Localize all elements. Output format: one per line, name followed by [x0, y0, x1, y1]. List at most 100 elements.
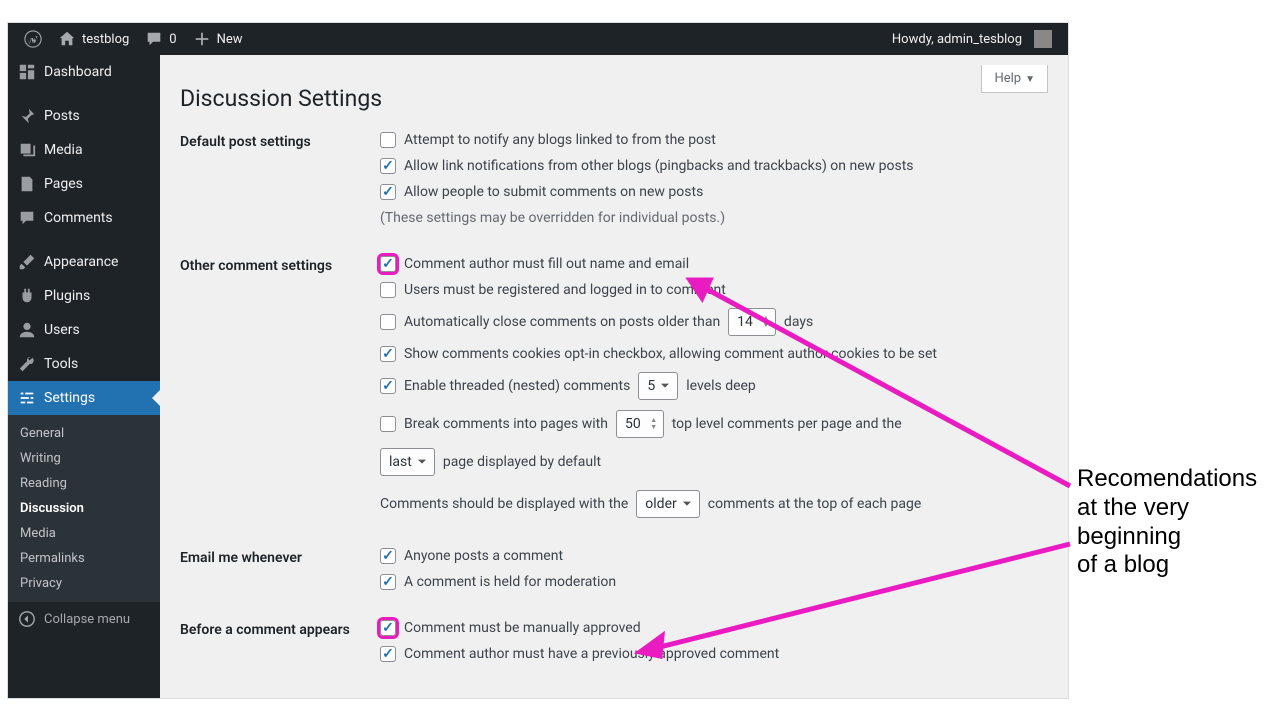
- checkbox[interactable]: [380, 548, 396, 564]
- checkbox[interactable]: [380, 132, 396, 148]
- page-title: Discussion Settings: [180, 85, 1048, 112]
- help-button[interactable]: Help ▼: [981, 65, 1048, 93]
- media-icon: [18, 141, 36, 159]
- section-heading: Default post settings: [180, 132, 380, 150]
- sidebar-item-settings[interactable]: Settings: [8, 381, 160, 415]
- annotation-text: Recomendations at the very beginning of …: [1077, 465, 1257, 580]
- pin-icon: [18, 107, 36, 125]
- sidebar-item-appearance[interactable]: Appearance: [8, 245, 160, 279]
- wp-logo[interactable]: [16, 30, 50, 48]
- sidebar-item-tools[interactable]: Tools: [8, 347, 160, 381]
- checkbox[interactable]: [380, 378, 396, 394]
- page-icon: [18, 175, 36, 193]
- opt-label: Attempt to notify any blogs linked to fr…: [404, 132, 716, 148]
- help-label: Help: [994, 71, 1021, 86]
- checkbox[interactable]: [380, 574, 396, 590]
- sub-permalinks[interactable]: Permalinks: [8, 546, 160, 571]
- collapse-label: Collapse menu: [44, 612, 130, 627]
- sidebar-item-dashboard[interactable]: Dashboard: [8, 55, 160, 89]
- opt-label: Enable threaded (nested) comments: [404, 378, 630, 394]
- sidebar-item-label: Media: [44, 142, 83, 158]
- default-page-select[interactable]: last: [380, 448, 435, 476]
- checkbox[interactable]: [380, 620, 396, 636]
- checkbox[interactable]: [380, 282, 396, 298]
- plug-icon: [18, 287, 36, 305]
- sidebar-item-pages[interactable]: Pages: [8, 167, 160, 201]
- section-heading: Email me whenever: [180, 548, 380, 566]
- annot-line: Recomendations: [1077, 465, 1257, 494]
- section-default-post: Default post settings Attempt to notify …: [180, 132, 1048, 236]
- dashboard-icon: [18, 63, 36, 81]
- opt-label: Allow link notifications from other blog…: [404, 158, 914, 174]
- sidebar-item-label: Comments: [44, 210, 113, 226]
- home-icon: [58, 30, 76, 48]
- section-heading: Other comment settings: [180, 256, 380, 274]
- sub-privacy[interactable]: Privacy: [8, 571, 160, 596]
- opt-label: Anyone posts a comment: [404, 548, 563, 564]
- wordpress-icon: [24, 30, 42, 48]
- checkbox[interactable]: [380, 314, 396, 330]
- sub-media[interactable]: Media: [8, 521, 160, 546]
- sidebar-item-label: Pages: [44, 176, 83, 192]
- comment-icon: [18, 209, 36, 227]
- plus-icon: [193, 30, 211, 48]
- sub-discussion[interactable]: Discussion: [8, 496, 160, 521]
- opt-label: page displayed by default: [443, 454, 601, 470]
- opt-label: A comment is held for moderation: [404, 574, 616, 590]
- greeting: Howdy, admin_tesblog: [892, 32, 1022, 47]
- sidebar-item-comments[interactable]: Comments: [8, 201, 160, 235]
- collapse-icon: [18, 610, 36, 628]
- site-name: testblog: [82, 32, 129, 47]
- user-icon: [18, 321, 36, 339]
- wrench-icon: [18, 355, 36, 373]
- annot-line: beginning: [1077, 523, 1257, 552]
- opt-label: Comment must be manually approved: [404, 620, 641, 636]
- annot-line: of a blog: [1077, 551, 1257, 580]
- opt-notify-blogs: Attempt to notify any blogs linked to fr…: [380, 132, 1048, 148]
- account-link[interactable]: Howdy, admin_tesblog: [884, 30, 1060, 48]
- section-note: (These settings may be overridden for in…: [380, 210, 1048, 226]
- sub-general[interactable]: General: [8, 421, 160, 446]
- sidebar-item-posts[interactable]: Posts: [8, 99, 160, 133]
- comment-count: 0: [169, 32, 176, 47]
- new-link[interactable]: New: [185, 30, 251, 48]
- sidebar-item-label: Appearance: [44, 254, 118, 270]
- checkbox[interactable]: [380, 158, 396, 174]
- chevron-down-icon: ▼: [1025, 74, 1035, 85]
- site-link[interactable]: testblog: [50, 30, 137, 48]
- sidebar-item-plugins[interactable]: Plugins: [8, 279, 160, 313]
- checkbox[interactable]: [380, 184, 396, 200]
- annotation-arrow-1: [620, 260, 1080, 520]
- sidebar-item-label: Posts: [44, 108, 80, 124]
- opt-allow-comments: Allow people to submit comments on new p…: [380, 184, 1048, 200]
- section-heading: Before a comment appears: [180, 620, 380, 638]
- checkbox[interactable]: [380, 256, 396, 272]
- brush-icon: [18, 253, 36, 271]
- checkbox[interactable]: [380, 346, 396, 362]
- annot-line: at the very: [1077, 494, 1257, 523]
- sidebar-item-label: Users: [44, 322, 80, 338]
- comments-link[interactable]: 0: [137, 30, 184, 48]
- checkbox[interactable]: [380, 416, 396, 432]
- settings-submenu: General Writing Reading Discussion Media…: [8, 415, 160, 602]
- sub-reading[interactable]: Reading: [8, 471, 160, 496]
- comment-icon: [145, 30, 163, 48]
- sidebar-item-users[interactable]: Users: [8, 313, 160, 347]
- checkbox[interactable]: [380, 646, 396, 662]
- sidebar-item-label: Settings: [44, 390, 95, 406]
- opt-allow-pingbacks: Allow link notifications from other blog…: [380, 158, 1048, 174]
- sidebar-item-label: Plugins: [44, 288, 90, 304]
- sidebar-item-label: Dashboard: [44, 64, 112, 80]
- new-label: New: [217, 32, 243, 47]
- sidebar-item-label: Tools: [44, 356, 78, 372]
- avatar: [1034, 30, 1052, 48]
- admin-bar: testblog 0 New Howdy, admin_tesblog: [8, 23, 1068, 55]
- opt-label: Break comments into pages with: [404, 416, 608, 432]
- annotation-arrow-2: [620, 540, 1080, 670]
- sub-writing[interactable]: Writing: [8, 446, 160, 471]
- sidebar-item-media[interactable]: Media: [8, 133, 160, 167]
- opt-label: Allow people to submit comments on new p…: [404, 184, 703, 200]
- collapse-menu[interactable]: Collapse menu: [8, 602, 160, 636]
- opt-label: Comments should be displayed with the: [380, 496, 628, 512]
- sliders-icon: [18, 389, 36, 407]
